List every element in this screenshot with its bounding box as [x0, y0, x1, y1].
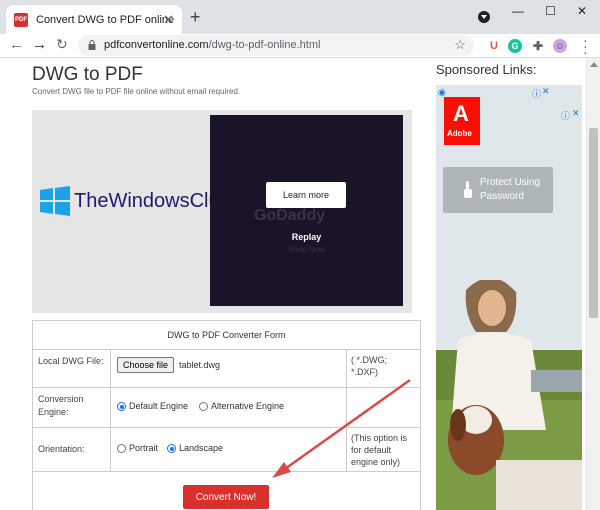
page-content: DWG to PDF Convert DWG file to PDF file …	[0, 58, 600, 510]
url-text: pdfconvertonline.com/dwg-to-pdf-online.h…	[104, 39, 321, 51]
scroll-up-arrow-icon[interactable]	[590, 62, 598, 67]
tab-search-icon[interactable]	[478, 11, 490, 23]
orientation-row: Orientation: Portrait Landscape (This op…	[33, 428, 420, 472]
replay-button[interactable]: Replay	[210, 232, 403, 242]
default-engine-radio[interactable]: Default Engine	[117, 401, 188, 412]
address-bar[interactable]: pdfconvertonline.com/dwg-to-pdf-online.h…	[78, 35, 474, 56]
file-row: Local DWG File: Choose file tablet.dwg (…	[33, 350, 420, 388]
converter-form: DWG to PDF Converter Form Local DWG File…	[32, 320, 421, 510]
close-tab-icon[interactable]: ✕	[163, 12, 174, 28]
ad-banner[interactable]: TheWindowsClub Learn more GoDaddy Replay…	[32, 110, 412, 313]
file-name: tablet.dwg	[179, 360, 221, 370]
ad-close-icon[interactable]: ✕	[542, 86, 550, 97]
form-title: DWG to PDF Converter Form	[33, 321, 420, 350]
adobe-logo-text: Adobe	[447, 129, 472, 138]
radio-unchecked-icon	[117, 444, 126, 454]
maximize-icon[interactable]: ☐	[545, 4, 556, 18]
back-arrow-icon[interactable]: ←	[9, 36, 24, 53]
minimize-icon[interactable]: —	[512, 4, 524, 18]
convert-now-button[interactable]: Convert Now!	[183, 485, 269, 509]
pdf-favicon-icon: PDF	[14, 12, 28, 27]
portrait-radio[interactable]: Portrait	[117, 443, 158, 454]
engine-row: Conversion Engine: Default Engine Altern…	[33, 388, 420, 428]
file-label: Local DWG File:	[33, 350, 111, 387]
page-title: DWG to PDF	[32, 64, 143, 85]
orientation-hint: (This option is for default engine only)	[351, 433, 408, 467]
protect-text: Protect Using Password	[480, 177, 541, 202]
protect-password-card: Protect Using Password	[443, 167, 553, 213]
alternative-engine-radio[interactable]: Alternative Engine	[199, 401, 284, 412]
adobe-ad[interactable]: ◉ ⓘ ✕ ⓘ ✕ A Adobe Protect Using Password	[436, 85, 582, 510]
woman-with-dog-image	[436, 280, 582, 510]
windows-logo-icon	[40, 186, 70, 216]
new-tab-icon[interactable]: +	[190, 7, 201, 28]
lock-icon	[88, 40, 96, 50]
file-hint: ( *.DWG; *.DXF)	[351, 355, 387, 377]
puzzle-icon[interactable]: ✚	[531, 39, 545, 53]
shop-now-link[interactable]: Shop Now	[210, 245, 403, 254]
tab-bar: PDF Convert DWG to PDF online ✕ + — ☐ ✕	[0, 0, 600, 34]
godaddy-ad[interactable]: Learn more GoDaddy Replay Shop Now	[210, 115, 403, 306]
bookmark-star-icon[interactable]: ☆	[454, 37, 466, 53]
close-window-icon[interactable]: ✕	[577, 4, 587, 18]
adobe-a-icon: A	[453, 101, 469, 126]
watermark-text: TheWindowsClub	[74, 190, 231, 212]
godaddy-logo: GoDaddy	[254, 207, 326, 224]
ad-info-icon[interactable]: ⓘ	[532, 87, 541, 100]
scroll-thumb[interactable]	[589, 128, 598, 318]
page-subtitle: Convert DWG file to PDF file online with…	[32, 87, 241, 96]
reload-icon[interactable]: ↻	[56, 36, 68, 53]
menu-dots-icon[interactable]: · · ·	[583, 33, 589, 59]
choose-file-button[interactable]: Choose file	[117, 357, 175, 373]
radio-unchecked-icon	[199, 402, 208, 412]
browser-toolbar: ← → ↻ pdfconvertonline.com/dwg-to-pdf-on…	[0, 33, 600, 59]
landscape-radio[interactable]: Landscape	[167, 443, 223, 454]
orientation-label: Orientation:	[33, 428, 111, 471]
profile-avatar[interactable]: ☺	[553, 39, 567, 53]
hand-tap-icon	[464, 181, 472, 198]
page-scrollbar[interactable]	[586, 58, 600, 510]
ad-close-icon-2[interactable]: ✕	[572, 108, 580, 119]
u-ext-icon[interactable]: U	[487, 39, 501, 53]
learn-more-button[interactable]: Learn more	[266, 182, 346, 208]
ad-info-icon-2[interactable]: ⓘ	[561, 109, 570, 122]
radio-checked-icon	[167, 444, 176, 454]
grammarly-icon[interactable]: G	[508, 39, 522, 53]
engine-label: Conversion Engine:	[33, 388, 111, 427]
adobe-logo: A Adobe	[444, 97, 480, 145]
radio-checked-icon	[117, 402, 126, 412]
tab-title: Convert DWG to PDF online	[36, 13, 175, 26]
browser-tab[interactable]: PDF Convert DWG to PDF online ✕	[6, 5, 182, 34]
forward-arrow-icon[interactable]: →	[32, 36, 47, 53]
sponsored-heading: Sponsored Links:	[436, 62, 537, 77]
